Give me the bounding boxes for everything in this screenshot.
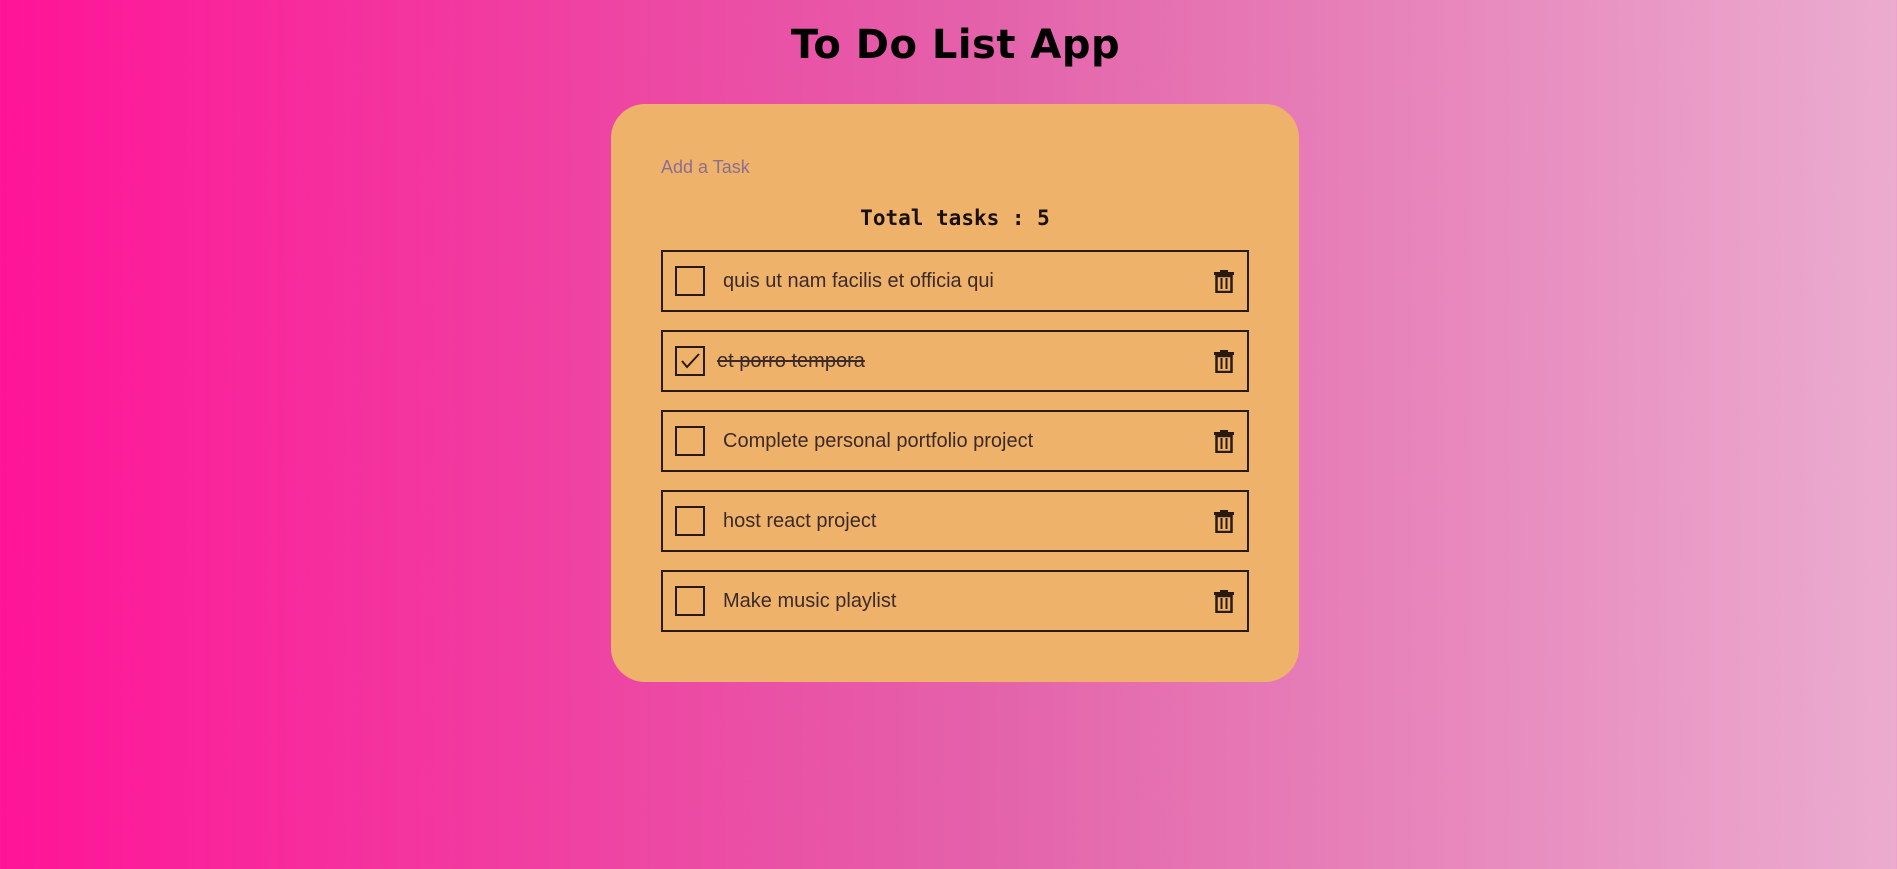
task-label: quis ut nam facilis et officia qui (723, 270, 994, 292)
page-title: To Do List App (790, 22, 1121, 68)
task-item: quis ut nam facilis et officia qui (661, 250, 1249, 312)
trash-icon[interactable] (1213, 589, 1235, 614)
task-label: Make music playlist (723, 590, 897, 612)
trash-icon[interactable] (1213, 429, 1235, 454)
task-label: et porro tempora (717, 350, 865, 372)
task-checkbox[interactable] (675, 266, 705, 296)
todo-card: Total tasks : 5 quis ut nam facilis et o… (611, 104, 1299, 682)
check-icon (681, 353, 700, 369)
add-task-input[interactable] (661, 150, 1061, 184)
task-item: Complete personal portfolio project (661, 410, 1249, 472)
task-label: Complete personal portfolio project (723, 430, 1034, 452)
task-item: Make music playlist (661, 570, 1249, 632)
task-list: quis ut nam facilis et officia qui et po… (661, 250, 1249, 650)
trash-icon[interactable] (1213, 349, 1235, 374)
task-checkbox-checked[interactable] (675, 346, 705, 376)
task-item: host react project (661, 490, 1249, 552)
task-checkbox[interactable] (675, 426, 705, 456)
task-checkbox[interactable] (675, 506, 705, 536)
task-item: et porro tempora (661, 330, 1249, 392)
task-checkbox[interactable] (675, 586, 705, 616)
task-label: host react project (723, 510, 877, 532)
total-tasks-count: Total tasks : 5 (860, 206, 1050, 230)
trash-icon[interactable] (1213, 269, 1235, 294)
trash-icon[interactable] (1213, 509, 1235, 534)
